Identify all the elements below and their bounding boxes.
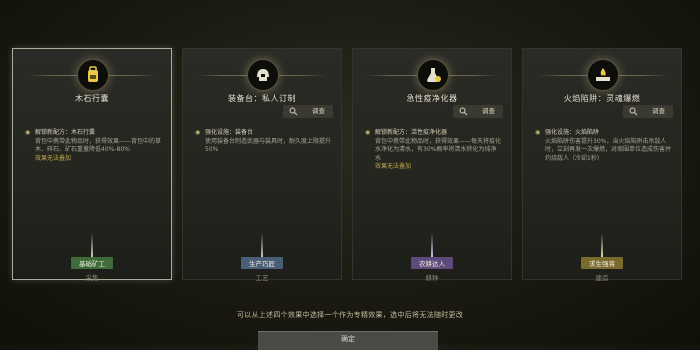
effect-note: 效果无法叠加 (375, 163, 412, 170)
investigate-button[interactable]: 调查 (623, 105, 673, 118)
investigate-button[interactable]: 调查 (453, 105, 503, 118)
perk-card-1[interactable]: 木石行囊 ◉ 解锁新配方：木石行囊 背包中携带此物品时，获得效果——背包中的草木… (12, 48, 172, 282)
card-description: ◉ 解锁新配方：木石行囊 背包中携带此物品时，获得效果——背包中的草木、碎石、矿… (25, 129, 161, 163)
effect-head: 强化设施：火焰陷阱 (545, 129, 600, 136)
effect-note: 效果无法叠加 (35, 154, 72, 162)
bullet-icon: ◉ (25, 129, 31, 136)
card-description: ◉ 强化设施：火焰陷阱 火焰陷阱伤害提升30%，当火焰陷阱击杀敌人时，立刻再发一… (535, 129, 671, 163)
card-emblem (587, 59, 619, 91)
card-description: ◉ 强化设施：装备台 使用装备台制造武器与装具时，耐久度上限提升50% (195, 129, 331, 155)
card-category: 采集 (85, 274, 99, 282)
card-base: 农耕达人 (363, 233, 501, 269)
card-category: 工艺 (255, 274, 269, 282)
card-title: 火焰陷阱：灵魂爆燃 (563, 94, 641, 103)
light-beam (91, 233, 93, 259)
card-title: 木石行囊 (75, 94, 109, 103)
light-beam (601, 233, 603, 259)
magnifier-icon (289, 107, 298, 116)
effect-body: 火焰陷阱伤害提升30%，当火焰陷阱击杀敌人时，立刻再发一次爆燃，对周围单位造成伤… (545, 137, 672, 162)
light-beam (431, 233, 433, 259)
perk-card-2[interactable]: 装备台：私人订制 调查 ◉ 强化设施：装备台 使用装备台制造武器与装具时，耐久度… (182, 48, 342, 282)
investigate-label: 调查 (482, 107, 495, 115)
effect-head: 解锁新配方：木石行囊 (35, 129, 96, 136)
flask-icon (427, 68, 441, 82)
card-category: 耕种 (425, 274, 439, 282)
confirm-button[interactable]: 确定 (258, 331, 438, 350)
card-emblem (247, 59, 279, 91)
effect-head: 解锁新配方：活性疫净化器 (375, 129, 448, 136)
card-title: 急性疫净化器 (406, 94, 458, 103)
bullet-icon: ◉ (195, 129, 201, 136)
card-base: 基础矿工 (23, 233, 161, 269)
card-base: 求生强将 (533, 233, 671, 269)
effect-body: 使用装备台制造武器与装具时，耐久度上限提升50% (205, 137, 332, 154)
magnifier-icon (629, 107, 638, 116)
profession-badge: 生产巧匠 (241, 257, 283, 269)
profession-badge: 农耕达人 (411, 257, 453, 269)
card-description: ◉ 解锁新配方：活性疫净化器 背包中携带此物品时，获得效果——每天将疫化水净化为… (365, 129, 501, 172)
bullet-icon: ◉ (365, 129, 371, 136)
profession-badge: 求生强将 (581, 257, 623, 269)
card-title: 装备台：私人订制 (228, 94, 296, 103)
effect-body: 背包中携带此物品时，获得效果——背包中的草木、碎石、矿石重量降低40%-80% (35, 137, 162, 154)
effect-head: 强化设施：装备台 (205, 129, 254, 136)
bullet-icon: ◉ (535, 129, 541, 136)
perk-card-4[interactable]: 火焰陷阱：灵魂爆燃 调查 ◉ 强化设施：火焰陷阱 火焰陷阱伤害提升30%，当火焰… (522, 48, 682, 282)
card-emblem (77, 59, 109, 91)
effect-body: 背包中携带此物品时，获得效果——每天将疫化水净化为清水，有30%概率将清水转化为… (375, 137, 502, 162)
helmet-icon (257, 69, 269, 81)
profession-badge: 基础矿工 (71, 257, 113, 269)
investigate-button[interactable]: 调查 (283, 105, 333, 118)
card-emblem (417, 59, 449, 91)
magnifier-icon (459, 107, 468, 116)
backpack-icon (88, 66, 98, 82)
card-base: 生产巧匠 (193, 233, 331, 269)
flame-trap-icon (596, 68, 610, 81)
perk-card-3[interactable]: 急性疫净化器 调查 ◉ 解锁新配方：活性疫净化器 背包中携带此物品时，获得效果—… (352, 48, 512, 282)
light-beam (261, 233, 263, 259)
investigate-label: 调查 (312, 107, 325, 115)
investigate-label: 调查 (652, 107, 665, 115)
card-category: 建造 (595, 274, 609, 282)
selection-hint: 可以从上述四个效果中选择一个作为专精效果，选中后将无法随时更改 (236, 311, 464, 319)
